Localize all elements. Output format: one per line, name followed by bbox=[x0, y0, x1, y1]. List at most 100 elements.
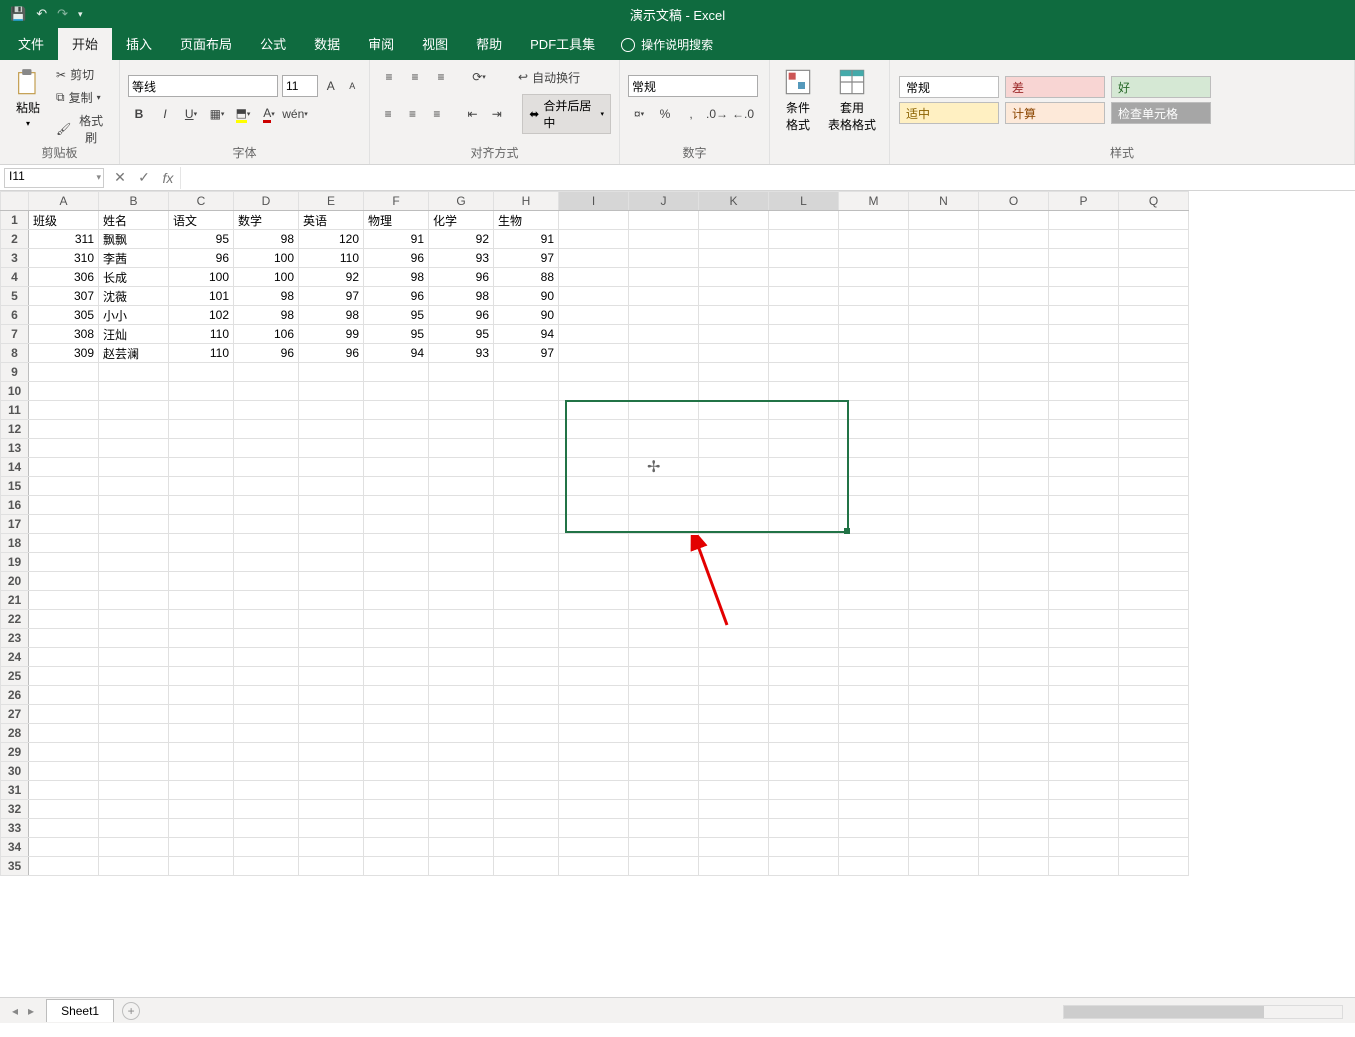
cell[interactable]: 98 bbox=[364, 268, 429, 287]
cell[interactable] bbox=[699, 496, 769, 515]
cell[interactable] bbox=[559, 401, 629, 420]
cell[interactable] bbox=[299, 382, 364, 401]
cell[interactable] bbox=[234, 724, 299, 743]
cell[interactable]: 92 bbox=[299, 268, 364, 287]
sheet-nav-prev-icon[interactable]: ◂ bbox=[8, 1002, 22, 1020]
cell[interactable]: 94 bbox=[494, 325, 559, 344]
cell[interactable] bbox=[364, 610, 429, 629]
select-all-corner[interactable] bbox=[1, 192, 29, 211]
comma-icon[interactable]: , bbox=[680, 103, 702, 125]
cell[interactable] bbox=[364, 800, 429, 819]
cell[interactable] bbox=[1049, 382, 1119, 401]
cell[interactable] bbox=[299, 572, 364, 591]
row-header[interactable]: 19 bbox=[1, 553, 29, 572]
cell[interactable] bbox=[699, 401, 769, 420]
cell[interactable] bbox=[1049, 800, 1119, 819]
cell[interactable] bbox=[234, 439, 299, 458]
cell[interactable] bbox=[234, 534, 299, 553]
cell[interactable] bbox=[299, 420, 364, 439]
cell[interactable] bbox=[234, 382, 299, 401]
cell[interactable]: 97 bbox=[494, 344, 559, 363]
cell[interactable] bbox=[699, 230, 769, 249]
cell[interactable] bbox=[629, 287, 699, 306]
cell[interactable] bbox=[1049, 534, 1119, 553]
cell[interactable] bbox=[429, 382, 494, 401]
cell[interactable] bbox=[629, 724, 699, 743]
number-format-select[interactable] bbox=[628, 75, 758, 97]
cell[interactable] bbox=[559, 515, 629, 534]
cell[interactable] bbox=[699, 781, 769, 800]
cell[interactable] bbox=[364, 648, 429, 667]
cell[interactable] bbox=[169, 705, 234, 724]
cell[interactable] bbox=[979, 477, 1049, 496]
cell[interactable] bbox=[559, 781, 629, 800]
cell[interactable]: 班级 bbox=[29, 211, 99, 230]
cell[interactable] bbox=[1049, 591, 1119, 610]
cell[interactable] bbox=[699, 211, 769, 230]
cell[interactable] bbox=[839, 705, 909, 724]
cell[interactable] bbox=[629, 515, 699, 534]
cell[interactable] bbox=[429, 553, 494, 572]
cell[interactable] bbox=[99, 800, 169, 819]
decrease-decimal-icon[interactable]: ←.0 bbox=[732, 103, 754, 125]
cell[interactable] bbox=[909, 800, 979, 819]
cell[interactable] bbox=[1119, 648, 1189, 667]
cell[interactable] bbox=[429, 420, 494, 439]
cell[interactable] bbox=[299, 648, 364, 667]
cell[interactable] bbox=[29, 458, 99, 477]
cell[interactable] bbox=[699, 534, 769, 553]
cell[interactable]: 语文 bbox=[169, 211, 234, 230]
cell[interactable] bbox=[769, 420, 839, 439]
cell[interactable] bbox=[979, 515, 1049, 534]
cell[interactable] bbox=[629, 838, 699, 857]
cell[interactable] bbox=[494, 686, 559, 705]
row-header[interactable]: 27 bbox=[1, 705, 29, 724]
cell[interactable] bbox=[559, 838, 629, 857]
cell[interactable] bbox=[699, 857, 769, 876]
cell[interactable] bbox=[559, 211, 629, 230]
column-header[interactable]: H bbox=[494, 192, 559, 211]
cell[interactable]: 308 bbox=[29, 325, 99, 344]
font-color-button[interactable]: A▾ bbox=[258, 103, 280, 125]
formula-input[interactable] bbox=[180, 167, 1355, 189]
row-header[interactable]: 11 bbox=[1, 401, 29, 420]
cell[interactable] bbox=[99, 781, 169, 800]
cell[interactable] bbox=[169, 401, 234, 420]
cell[interactable] bbox=[234, 553, 299, 572]
cell[interactable] bbox=[494, 762, 559, 781]
cell[interactable]: 305 bbox=[29, 306, 99, 325]
cell[interactable] bbox=[429, 591, 494, 610]
cell[interactable] bbox=[99, 838, 169, 857]
cell[interactable] bbox=[699, 705, 769, 724]
cell[interactable] bbox=[494, 496, 559, 515]
cell[interactable] bbox=[429, 534, 494, 553]
cell[interactable] bbox=[839, 762, 909, 781]
name-box[interactable]: I11▾ bbox=[4, 168, 104, 188]
cell[interactable]: 99 bbox=[299, 325, 364, 344]
cell[interactable]: 97 bbox=[299, 287, 364, 306]
cell[interactable]: 长成 bbox=[99, 268, 169, 287]
cell[interactable] bbox=[429, 458, 494, 477]
underline-button[interactable]: U▾ bbox=[180, 103, 202, 125]
cell[interactable] bbox=[299, 401, 364, 420]
cell[interactable] bbox=[909, 705, 979, 724]
cell[interactable] bbox=[99, 477, 169, 496]
cell[interactable] bbox=[1119, 515, 1189, 534]
cell[interactable] bbox=[169, 724, 234, 743]
cell[interactable] bbox=[699, 268, 769, 287]
cell[interactable] bbox=[699, 458, 769, 477]
cell[interactable] bbox=[839, 249, 909, 268]
cell[interactable] bbox=[839, 287, 909, 306]
border-button[interactable]: ▦▾ bbox=[206, 103, 228, 125]
row-header[interactable]: 16 bbox=[1, 496, 29, 515]
cell[interactable]: 姓名 bbox=[99, 211, 169, 230]
cell[interactable] bbox=[299, 629, 364, 648]
cell[interactable] bbox=[1049, 838, 1119, 857]
percent-icon[interactable]: % bbox=[654, 103, 676, 125]
cell[interactable] bbox=[299, 591, 364, 610]
cell[interactable] bbox=[979, 287, 1049, 306]
cell[interactable]: 311 bbox=[29, 230, 99, 249]
cell[interactable] bbox=[1119, 800, 1189, 819]
cell[interactable] bbox=[979, 591, 1049, 610]
cell[interactable] bbox=[979, 705, 1049, 724]
